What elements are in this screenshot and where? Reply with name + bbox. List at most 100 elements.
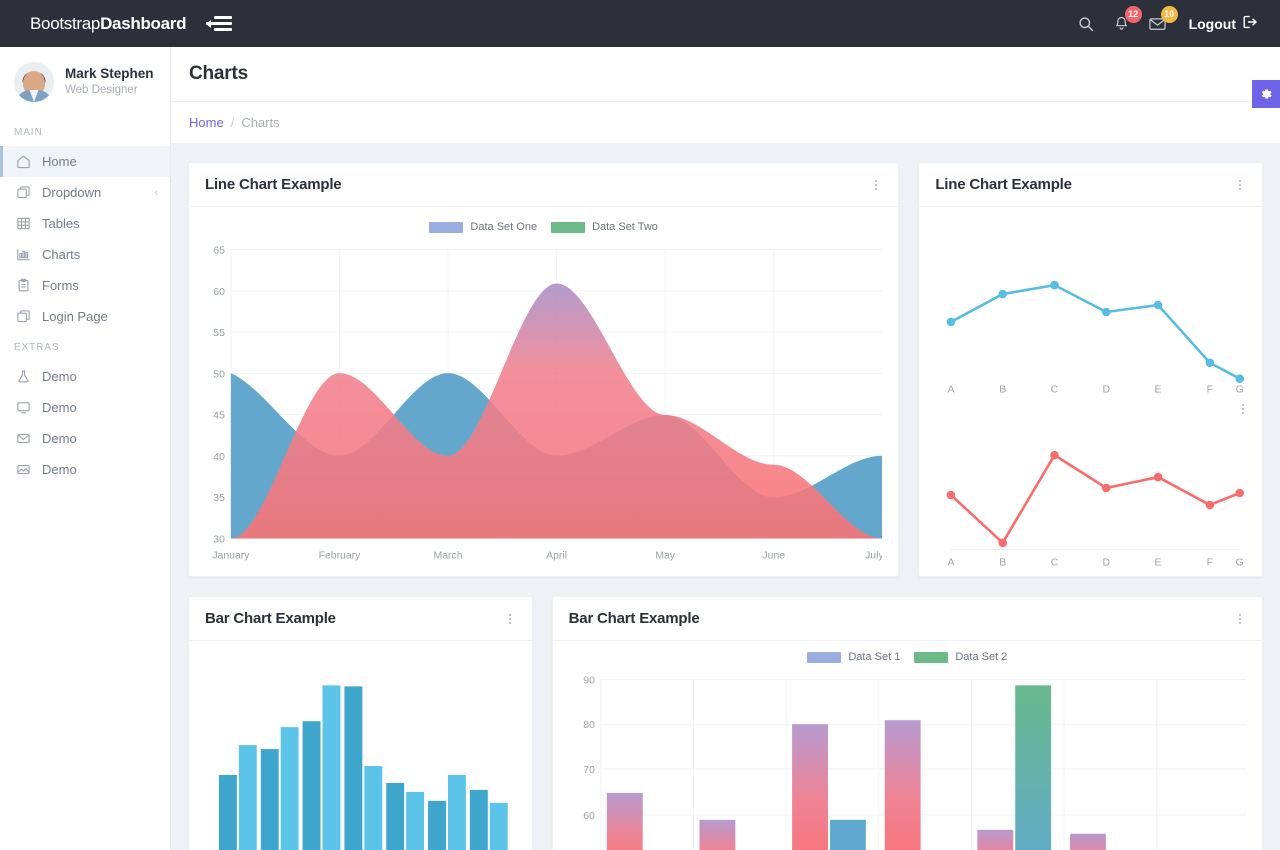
kebab-menu-icon[interactable] <box>503 611 517 627</box>
card-header: Bar Chart Example <box>189 597 532 641</box>
svg-text:July: July <box>865 550 882 561</box>
main-content: Charts Home / Charts Line Chart Example <box>171 47 1280 850</box>
bars-data-set-2 <box>829 685 1051 850</box>
legend-item[interactable]: Data Set One <box>429 221 537 233</box>
area-chart-main[interactable]: 65 60 55 50 45 40 35 30 January February… <box>205 239 883 569</box>
breadcrumb: Home / Charts <box>171 101 1280 143</box>
bell-icon[interactable]: 12 <box>1111 5 1142 35</box>
sidebar-item-tables[interactable]: Tables <box>0 208 170 239</box>
series-data-set-two <box>230 283 883 539</box>
logout-button[interactable]: Logout <box>1189 15 1258 32</box>
sidebar-item-charts[interactable]: Charts <box>0 239 170 270</box>
page-header: Charts Home / Charts <box>171 47 1280 143</box>
navbar-actions: 12 10 Logout <box>1075 5 1258 35</box>
card-bar-chart-small: Bar Chart Example <box>188 596 533 850</box>
card-header: Bar Chart Example <box>552 597 1262 641</box>
y-axis-labels: 65 60 55 50 45 40 35 30 <box>213 246 225 546</box>
search-icon[interactable] <box>1075 13 1097 35</box>
logout-label: Logout <box>1188 15 1236 32</box>
svg-text:January: January <box>212 550 250 561</box>
series-line <box>949 283 1242 380</box>
table-icon <box>15 216 31 232</box>
svg-text:70: 70 <box>583 765 595 776</box>
card-line-chart-dual: Line Chart Example A B C D E F G A B C D… <box>918 162 1263 577</box>
menu-collapse-icon[interactable] <box>206 15 233 33</box>
legend-item[interactable]: Data Set 1 <box>807 651 900 663</box>
x-axis-labels: A B C D E F G <box>948 385 1244 395</box>
brand-logo[interactable]: BootstrapDashboard <box>30 14 186 34</box>
kebab-menu-icon[interactable] <box>1233 611 1247 627</box>
logout-icon <box>1243 15 1258 32</box>
svg-text:C: C <box>1051 558 1059 569</box>
home-icon <box>15 154 31 170</box>
legend-item[interactable]: Data Set 2 <box>914 651 1007 663</box>
sidebar-item-dropdown[interactable]: Dropdown ‹ <box>0 177 170 208</box>
chart-legend: Data Set One Data Set Two <box>205 221 882 233</box>
profile-name: Mark Stephen <box>65 65 154 81</box>
y-axis-labels: 90 80 70 60 50 <box>583 675 595 821</box>
mail-icon[interactable]: 10 <box>1147 5 1178 35</box>
brand-light: Bootstrap <box>30 13 101 33</box>
svg-text:F: F <box>1207 385 1213 395</box>
svg-text:55: 55 <box>213 328 225 339</box>
brand-bold: Dashboard <box>100 13 187 33</box>
bell-badge: 12 <box>1124 5 1142 23</box>
sidebar-item-forms[interactable]: Forms <box>0 270 170 301</box>
sidebar-item-label: Demo <box>42 369 77 384</box>
bars-group-a <box>218 686 488 850</box>
svg-text:F: F <box>1207 558 1213 569</box>
charts-row-2: Bar Chart Example Bar Chart Example Data… <box>188 596 1263 850</box>
bar-chart-small[interactable] <box>203 653 518 850</box>
svg-text:February: February <box>319 550 362 561</box>
svg-text:D: D <box>1103 385 1111 395</box>
line-chart-blue[interactable]: A B C D E F G <box>933 217 1248 395</box>
x-axis-labels: January February March April May June Ju… <box>212 550 882 561</box>
sidebar-item-login-page[interactable]: Login Page <box>0 301 170 332</box>
sidebar-item-demo-image[interactable]: Demo <box>0 454 170 485</box>
sidebar-item-demo-flask[interactable]: Demo <box>0 361 170 392</box>
svg-text:E: E <box>1155 385 1162 395</box>
svg-text:65: 65 <box>213 246 225 257</box>
bars-group-b <box>238 685 508 850</box>
legend-item[interactable]: Data Set Two <box>551 221 658 233</box>
card-header: Line Chart Example <box>919 163 1262 207</box>
card-title: Line Chart Example <box>205 176 342 193</box>
sidebar-item-label: Forms <box>42 278 79 293</box>
sidebar-item-label: Home <box>42 154 77 169</box>
card-body: Data Set 1 Data Set 2 90 80 70 60 <box>553 641 1262 850</box>
sidebar-item-home[interactable]: Home <box>0 146 170 177</box>
legend-label: Data Set One <box>470 221 538 233</box>
gear-icon[interactable] <box>1252 80 1280 108</box>
kebab-menu-icon[interactable] <box>869 177 883 193</box>
x-axis-labels: A B C D E F G <box>948 558 1244 569</box>
legend-swatch <box>551 221 586 233</box>
card-title: Bar Chart Example <box>568 610 700 627</box>
svg-text:A: A <box>948 385 955 395</box>
charts-row-1: Line Chart Example Data Set One Data Set… <box>188 162 1263 577</box>
sidebar-item-demo-envelope[interactable]: Demo <box>0 423 170 454</box>
svg-text:April: April <box>546 550 567 561</box>
card-body-blue: A B C D E F G <box>919 207 1262 399</box>
profile-role: Web Designer <box>65 84 138 97</box>
card-bar-chart-large: Bar Chart Example Data Set 1 Data Set 2 <box>551 596 1263 850</box>
dashboard-grid: Line Chart Example Data Set One Data Set… <box>171 143 1280 850</box>
bar-chart-large[interactable]: 90 80 70 60 50 <box>569 669 1246 850</box>
svg-text:90: 90 <box>583 675 595 686</box>
breadcrumb-home[interactable]: Home <box>189 115 224 130</box>
card-line-chart-main: Line Chart Example Data Set One Data Set… <box>188 162 900 577</box>
card-header: Line Chart Example <box>189 163 899 207</box>
sidebar-profile[interactable]: Mark Stephen Web Designer <box>0 47 170 117</box>
line-chart-red[interactable]: A B C D E F G <box>933 403 1248 577</box>
svg-text:May: May <box>655 550 675 561</box>
card-title: Bar Chart Example <box>205 610 336 627</box>
legend-swatch <box>914 651 949 663</box>
chart-legend: Data Set 1 Data Set 2 <box>569 651 1246 663</box>
copy-icon <box>15 309 31 325</box>
card-body <box>189 641 532 850</box>
svg-text:50: 50 <box>213 369 225 380</box>
kebab-menu-icon[interactable] <box>1236 401 1250 417</box>
sidebar-item-demo-monitor[interactable]: Demo <box>0 392 170 423</box>
breadcrumb-separator: / <box>230 115 235 130</box>
copy-icon <box>15 185 31 201</box>
kebab-menu-icon[interactable] <box>1233 177 1247 193</box>
